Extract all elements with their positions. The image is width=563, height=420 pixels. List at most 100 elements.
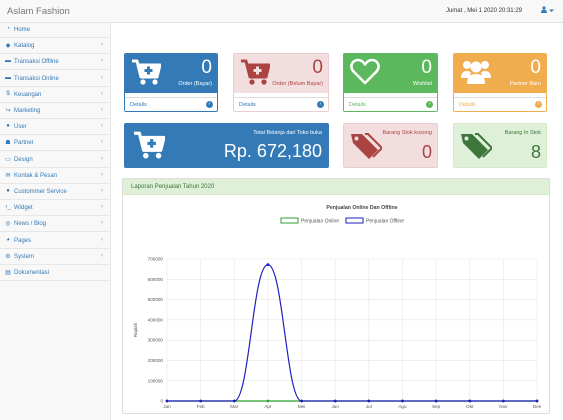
sidebar-item-label: Partner: [14, 140, 34, 147]
data-point: [232, 399, 236, 403]
x-tick-label: Mar: [230, 404, 238, 409]
data-point: [165, 399, 169, 403]
tags-icon: [461, 133, 492, 159]
sidebar-item-label: Transaksi Online: [14, 75, 59, 82]
data-point: [266, 263, 270, 267]
cart-icon: ▬: [5, 74, 11, 81]
sidebar-item-widget[interactable]: ›_ Widget ‹: [0, 201, 111, 217]
y-tick-label: 200000: [148, 358, 164, 363]
sidebar-item-label: System: [14, 253, 35, 260]
x-tick-label: Jul: [366, 404, 372, 409]
order-bayar-count: 0: [201, 57, 212, 78]
sidebar-item-label: News / Blog: [14, 221, 47, 228]
data-point: [300, 399, 303, 403]
x-tick-label: Jan: [163, 404, 171, 409]
sidebar-item-katalog[interactable]: ◆ Katalog ‹: [0, 39, 111, 55]
partner-baru-details-link[interactable]: Details ›: [454, 97, 546, 111]
total-belanja-caption: Total Belanja dari Toko buka: [253, 130, 322, 136]
card-partner-baru: 0 Partner Baru Details ›: [453, 53, 547, 112]
sidebar-item-user[interactable]: ● User ‹: [0, 120, 111, 136]
desktop-icon: ▭: [5, 156, 11, 163]
data-point: [501, 399, 505, 403]
share-icon: ↪: [5, 108, 11, 114]
legend-swatch: [345, 217, 364, 224]
chevron-left-icon: ‹: [101, 155, 103, 162]
data-point: [333, 399, 337, 403]
x-tick-label: Nov: [499, 404, 508, 409]
card-in-stok: Barang In Stok 8: [453, 123, 547, 168]
data-point: [401, 399, 404, 403]
sidebar-item-label: Design: [14, 156, 33, 163]
x-tick-label: Sep: [432, 404, 441, 409]
sidebar-item-label: Marketing: [14, 108, 41, 114]
y-tick-label: 500000: [148, 297, 164, 302]
chevron-left-icon: ‹: [101, 58, 103, 65]
order-belum-bayar-count: 0: [312, 57, 323, 78]
data-point: [199, 399, 203, 403]
order-bayar-details-link[interactable]: Details ›: [125, 97, 217, 111]
sidebar-item-partner[interactable]: ☗ Partner ‹: [0, 136, 111, 152]
cart-plus-icon: [134, 131, 165, 159]
sidebar-item-label: Keuangan: [14, 91, 42, 98]
user-menu-toggle[interactable]: [541, 6, 554, 15]
sidebar-item-marketing[interactable]: ↪ Marketing ‹: [0, 104, 111, 119]
order-belum-bayar-details-link[interactable]: Details ›: [234, 97, 328, 111]
partner-baru-count: 0: [530, 57, 541, 78]
sidebar-item-kontak-pesan[interactable]: ✉ Kontak & Pesan ‹: [0, 169, 111, 184]
sidebar-item-label: Pages: [14, 237, 32, 244]
sidebar-item-news-blog[interactable]: ◎ News / Blog ‹: [0, 217, 111, 233]
sidebar-item-label: Kontak & Pesan: [14, 172, 58, 179]
data-point: [468, 399, 472, 403]
chevron-left-icon: ‹: [101, 139, 103, 146]
data-point: [535, 399, 539, 403]
x-tick-label: Apr: [264, 404, 272, 409]
users-icon: [461, 61, 491, 84]
x-tick-label: Des: [533, 404, 542, 409]
chevron-left-icon: ‹: [101, 90, 103, 97]
wishlist-details-link[interactable]: Details ›: [344, 97, 437, 111]
x-tick-label: Jun: [331, 404, 339, 409]
sidebar-item-home[interactable]: ◔ Home: [0, 23, 111, 38]
chevron-left-icon: ‹: [101, 123, 103, 130]
sidebar-item-custommer-service[interactable]: ● Custommer Service ‹: [0, 185, 111, 200]
x-tick-label: Agu: [398, 404, 407, 409]
sidebar-item-design[interactable]: ▭ Design ‹: [0, 153, 111, 168]
heart-icon: [350, 58, 380, 85]
sidebar-item-system[interactable]: ⚙ System ‹: [0, 250, 111, 265]
y-tick-label: 600000: [148, 277, 164, 282]
sidebar-item-pages[interactable]: ◕ Pages ‹: [0, 234, 111, 249]
book-icon: ▤: [5, 270, 11, 276]
cart-icon: ▬: [5, 58, 11, 65]
brand-title[interactable]: Aslam Fashion: [7, 6, 70, 17]
chevron-left-icon: ‹: [101, 171, 103, 178]
tags-icon: [351, 133, 382, 159]
sidebar-item-dokumentasi[interactable]: ▤ Dokumentasi: [0, 266, 111, 281]
order-belum-bayar-caption: Order (Belum Bayar): [272, 81, 323, 87]
arrow-circle-right-icon: ›: [317, 101, 324, 108]
chevron-left-icon: ‹: [101, 188, 103, 194]
y-tick-label: 400000: [148, 317, 164, 322]
x-tick-label: Mei: [298, 404, 305, 409]
y-tick-label: 100000: [148, 378, 164, 383]
sidebar-item-transaksi-offline[interactable]: ▬ Transaksi Offline ‹: [0, 55, 111, 71]
sidebar-item-label: Home: [14, 27, 31, 33]
chart-title: Penjualan Online Dan Offline: [326, 205, 397, 211]
stok-kosong-count: 0: [421, 142, 432, 162]
sidebar-item-keuangan[interactable]: $ Keuangan ‹: [0, 88, 111, 103]
top-navbar: Aslam Fashion Jumat , Mei 1 2020 20:31:2…: [0, 0, 563, 23]
sidebar-item-transaksi-online[interactable]: ▬ Transaksi Online ‹: [0, 72, 111, 87]
envelope-icon: ✉: [5, 172, 11, 179]
sales-report-title: Laporan Penjualan Tahun 2020: [131, 184, 215, 190]
y-tick-label: 300000: [148, 338, 164, 343]
caret-down-icon: [549, 9, 554, 12]
chevron-left-icon: ‹: [101, 42, 103, 49]
chevron-left-icon: ‹: [101, 107, 103, 113]
legend-label: Penjualan Online: [301, 219, 339, 225]
arrow-circle-right-icon: ›: [206, 101, 213, 108]
user-icon: [541, 6, 548, 13]
arrow-circle-right-icon: ›: [535, 101, 542, 108]
cart-plus-icon: [132, 59, 161, 85]
wishlist-caption: Wishlist: [413, 81, 432, 87]
sales-report-header: Laporan Penjualan Tahun 2020: [123, 179, 549, 195]
partner-baru-caption: Partner Baru: [509, 81, 541, 87]
